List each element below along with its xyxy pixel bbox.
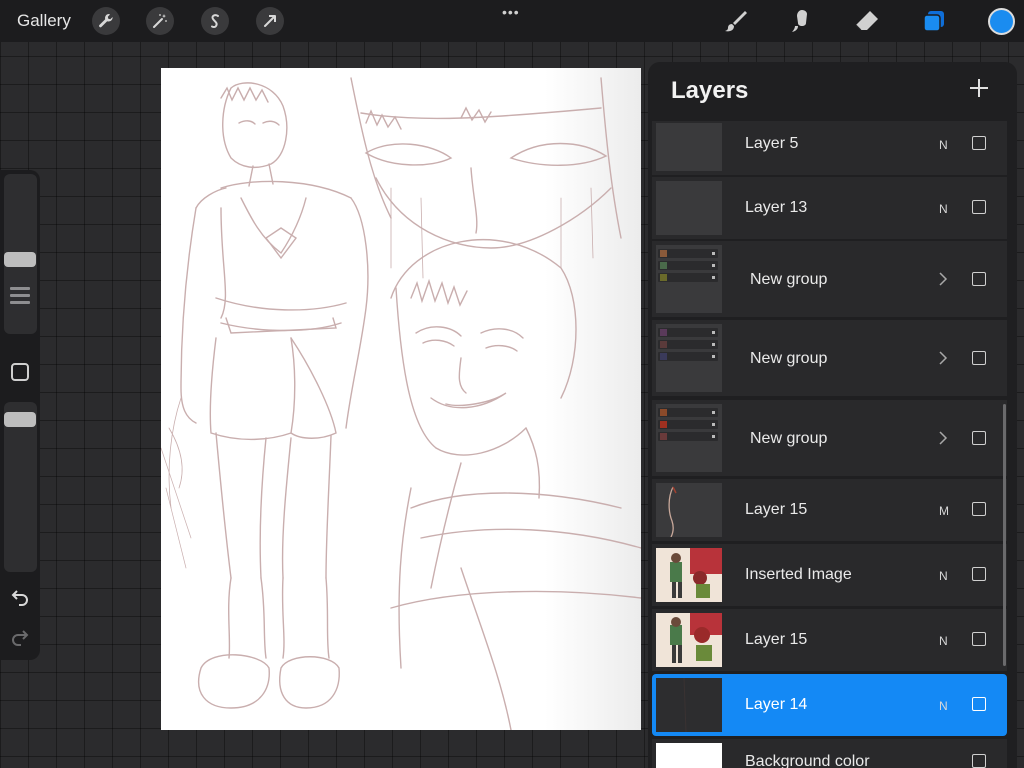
group-thumbnail: [656, 245, 722, 313]
blend-mode-button[interactable]: N: [939, 634, 948, 648]
smudge-icon: [792, 10, 807, 32]
sketch-artwork: [161, 77, 641, 730]
layer-row[interactable]: Layer 15 M: [652, 479, 1007, 541]
layer-name: Layer 5: [745, 135, 799, 152]
wrench-icon: [99, 14, 113, 28]
layer-name: New group: [750, 430, 828, 447]
visibility-checkbox[interactable]: [972, 200, 986, 214]
layer-thumbnail: [656, 743, 722, 768]
visibility-checkbox[interactable]: [972, 431, 986, 445]
layer-row[interactable]: Inserted Image N: [652, 544, 1007, 606]
layer-group-row[interactable]: New group: [652, 320, 1007, 396]
transform-arrow-icon: [264, 15, 276, 27]
transform-button[interactable]: [256, 7, 284, 35]
layer-row-selected[interactable]: Layer 14 N: [652, 674, 1007, 736]
layer-name: New group: [750, 271, 828, 288]
layer-row[interactable]: Layer 5 N: [652, 121, 1007, 175]
layer-thumbnail: [656, 181, 722, 235]
layers-panel-title: Layers: [671, 77, 749, 104]
layer-row[interactable]: Layer 15 N: [652, 609, 1007, 671]
eraser-tool-button[interactable]: [853, 7, 881, 35]
color-swatch[interactable]: [988, 8, 1015, 35]
layers-button[interactable]: [920, 7, 948, 35]
layer-name: New group: [750, 350, 828, 367]
layer-name: Background color: [745, 753, 870, 768]
redo-icon[interactable]: [10, 626, 30, 646]
selection-button[interactable]: [201, 7, 229, 35]
visibility-checkbox[interactable]: [972, 502, 986, 516]
layer-group-row[interactable]: New group: [652, 400, 1007, 476]
add-layer-icon[interactable]: [967, 76, 991, 100]
brush-icon: [725, 11, 747, 32]
blend-mode-button[interactable]: N: [939, 699, 948, 713]
magic-wand-icon: [153, 14, 167, 28]
paint-tool-button[interactable]: [722, 7, 750, 35]
layer-row[interactable]: Layer 13 N: [652, 177, 1007, 239]
adjustments-button[interactable]: [146, 7, 174, 35]
layer-thumbnail: [656, 123, 722, 171]
chevron-right-icon[interactable]: [938, 272, 948, 286]
layer-row[interactable]: Background color: [652, 739, 1007, 768]
blend-mode-button[interactable]: N: [939, 569, 948, 583]
layers-panel: Layers Layer 5 N Layer 13 N New group Ne…: [648, 62, 1017, 768]
top-toolbar: Gallery •••: [0, 0, 1024, 42]
opacity-slider[interactable]: [4, 402, 37, 572]
visibility-checkbox[interactable]: [972, 632, 986, 646]
smudge-tool-button[interactable]: [787, 7, 815, 35]
blend-mode-button[interactable]: M: [939, 504, 949, 518]
layer-name: Inserted Image: [745, 566, 852, 583]
visibility-checkbox[interactable]: [972, 272, 986, 286]
group-thumbnail: [656, 324, 722, 392]
chevron-right-icon[interactable]: [938, 351, 948, 365]
chevron-right-icon[interactable]: [938, 431, 948, 445]
modify-menu-icon[interactable]: [10, 287, 30, 308]
layer-thumbnail: [656, 548, 722, 602]
layer-thumbnail: [656, 483, 722, 537]
more-options-button[interactable]: •••: [502, 4, 520, 20]
actions-button[interactable]: [92, 7, 120, 35]
layer-group-row[interactable]: New group: [652, 241, 1007, 317]
blend-mode-button[interactable]: N: [939, 138, 948, 152]
drawing-canvas[interactable]: [161, 68, 641, 730]
eyedropper-square-icon[interactable]: [11, 363, 29, 381]
visibility-checkbox[interactable]: [972, 567, 986, 581]
blend-mode-button[interactable]: N: [939, 202, 948, 216]
layer-name: Layer 14: [745, 696, 808, 713]
eraser-icon: [855, 11, 878, 31]
layer-name: Layer 13: [745, 199, 808, 216]
visibility-checkbox[interactable]: [972, 754, 986, 768]
brush-size-handle[interactable]: [4, 252, 36, 267]
visibility-checkbox[interactable]: [972, 697, 986, 711]
opacity-handle[interactable]: [4, 412, 36, 427]
layer-name: Layer 15: [745, 631, 808, 648]
layers-scrollbar[interactable]: [1003, 404, 1006, 666]
left-sidebar: [0, 170, 40, 660]
visibility-checkbox[interactable]: [972, 136, 986, 150]
layer-thumbnail: [656, 678, 722, 732]
undo-icon[interactable]: [10, 586, 30, 606]
gallery-button[interactable]: Gallery: [17, 11, 71, 31]
layer-name: Layer 15: [745, 501, 808, 518]
group-thumbnail: [656, 404, 722, 472]
visibility-checkbox[interactable]: [972, 351, 986, 365]
layers-icon: [923, 11, 944, 32]
layer-thumbnail: [656, 613, 722, 667]
selection-icon: [211, 14, 219, 28]
